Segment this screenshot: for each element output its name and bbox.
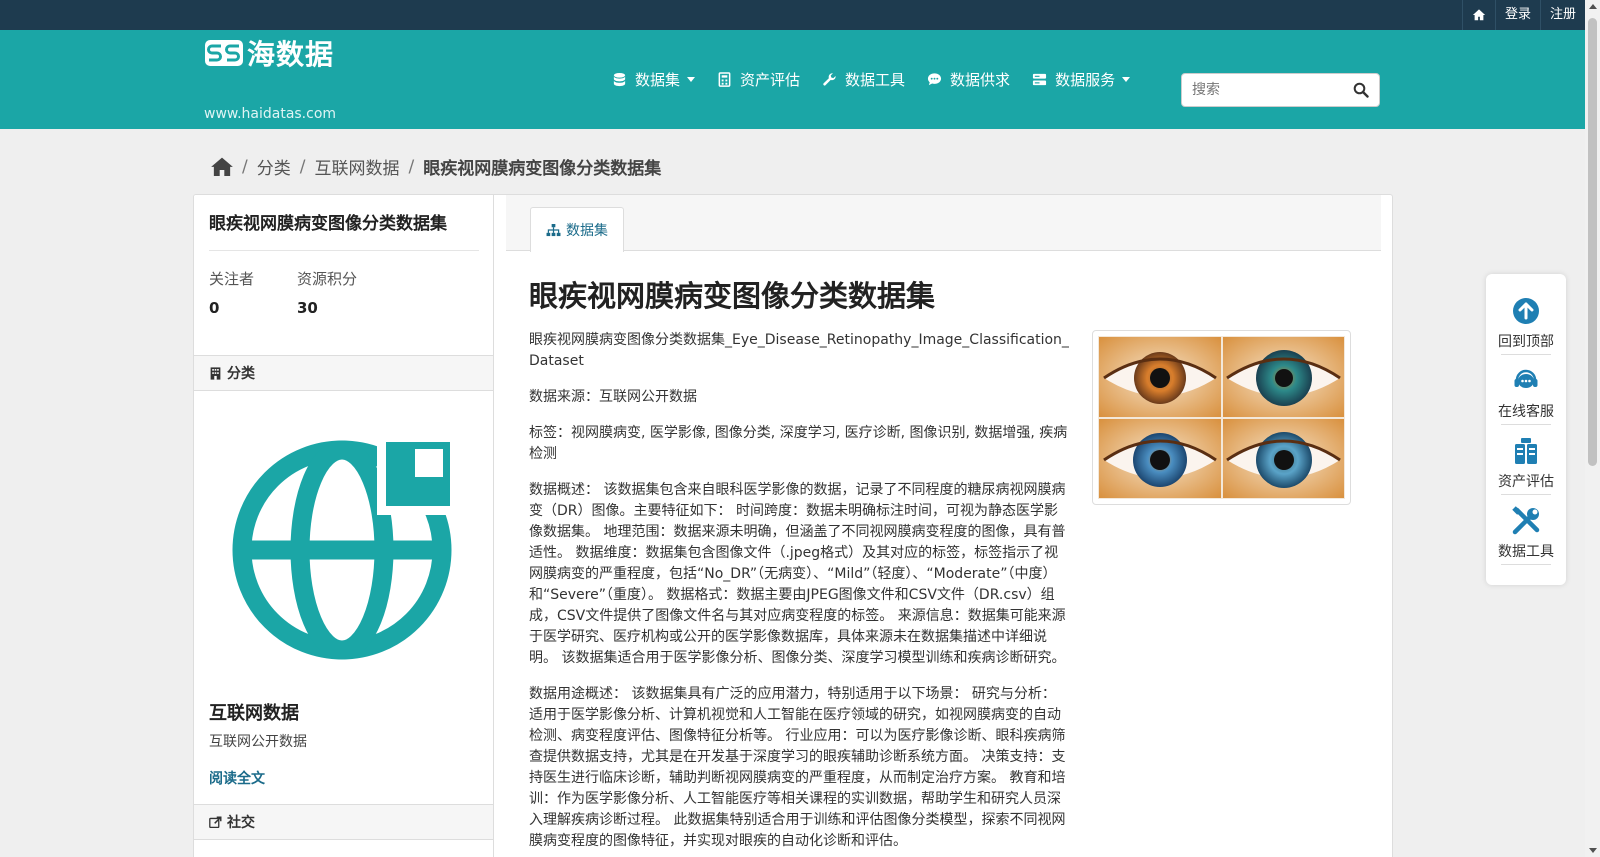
description-paragraph: 数据用途概述： 该数据集具有广泛的应用潜力，特别适用于以下场景： 研究与分析：适… [529,686,1066,849]
org-name: 互联网数据 [209,703,299,724]
category-heading: 分类 [194,355,493,391]
nav-services-label: 数据服务 [1055,71,1116,89]
nav-supply-label: 数据供求 [950,71,1011,89]
main-nav: 数据集 资产评估 数据工具 数据供求 数据服务 [612,30,1152,129]
share-icon [209,815,222,828]
top-links: 登录 注册 [1461,0,1585,30]
tab-dataset[interactable]: 数据集 [530,207,624,252]
page-scrollbar[interactable] [1585,0,1600,857]
online-service-label: 在线客服 [1498,404,1554,420]
sidebar: 眼疾视网膜病变图像分类数据集 关注者 0 资源积分 30 分类 互联网数据 互联… [194,195,494,857]
logo-mark-icon [205,40,243,66]
building-icon [210,366,221,380]
scrollbar-thumb[interactable] [1588,18,1597,466]
internet-data-globe-icon[interactable] [229,433,459,663]
asset-assessment-label: 资产评估 [1498,474,1554,490]
login-link[interactable]: 登录 [1494,0,1540,30]
site-logo[interactable]: 海数据 [205,33,334,73]
breadcrumb-sub-category[interactable]: 互联网数据 [314,154,399,179]
divider [209,250,479,251]
online-service-button[interactable]: 在线客服 [1486,366,1566,436]
tab-dataset-label: 数据集 [566,223,608,239]
back-to-top-label: 回到顶部 [1498,334,1554,350]
description-paragraph: 数据概述： 该数据集包含来自眼科医学影像的数据，记录了不同程度的糖尿病视网膜病变… [529,482,1066,666]
home-icon [1472,9,1486,21]
followers-label: 关注者 [209,270,255,288]
search-icon[interactable] [1353,82,1369,98]
home-icon[interactable] [211,157,233,176]
tools-icon [1511,506,1541,536]
sidebar-title: 眼疾视网膜病变图像分类数据集 [209,214,447,234]
wrench-icon [823,73,836,86]
top-home-link[interactable] [1461,0,1495,30]
read-more-link[interactable]: 阅读全文 [209,768,265,788]
chevron-down-icon [1122,77,1131,82]
scroll-up-arrow-icon[interactable] [1589,4,1597,9]
arrow-up-circle-icon [1511,296,1541,326]
search-input[interactable] [1192,75,1342,105]
nav-datasets[interactable]: 数据集 [612,69,696,90]
nav-data-supply[interactable]: 数据供求 [927,69,1010,90]
social-heading-label: 社交 [227,815,255,831]
nav-data-tools[interactable]: 数据工具 [822,69,905,90]
page-title: 眼疾视网膜病变图像分类数据集 [529,279,936,313]
data-tools-button[interactable]: 数据工具 [1486,506,1566,576]
breadcrumb-category[interactable]: 分类 [257,154,291,179]
breadcrumb-current: 眼疾视网膜病变图像分类数据集 [423,159,662,179]
org-description: 互联网公开数据 [209,734,307,750]
back-to-top-button[interactable]: 回到顶部 [1486,296,1566,366]
description-paragraph: 数据来源：互联网公开数据 [529,389,697,405]
category-heading-label: 分类 [227,366,255,382]
assessment-icon [1511,436,1541,466]
description-paragraph: 眼疾视网膜病变图像分类数据集_Eye_Disease_Retinopathy_I… [529,332,1069,369]
nav-data-services[interactable]: 数据服务 [1032,69,1131,90]
calculator-icon [718,72,731,87]
breadcrumb: / 分类 / 互联网数据 / 眼疾视网膜病变图像分类数据集 [211,154,661,179]
description-paragraph: 标签：视网膜病变, 医学影像, 图像分类, 深度学习, 医疗诊断, 图像识别, … [529,425,1068,462]
dataset-thumbnail[interactable] [1092,330,1351,505]
data-tools-label: 数据工具 [1498,544,1554,560]
floating-toolbar: 回到顶部 在线客服 资产评估 数据工具 [1486,274,1566,585]
points-label: 资源积分 [297,270,358,288]
content-wrapper: 眼疾视网膜病变图像分类数据集 关注者 0 资源积分 30 分类 互联网数据 互联… [193,194,1393,857]
tab-bar: 数据集 [506,195,1381,252]
database-icon [613,72,626,87]
points-value: 30 [297,299,318,317]
top-bar: 登录 注册 [0,0,1585,30]
eye-images-thumbnail [1098,336,1345,499]
social-heading: 社交 [194,804,493,840]
nav-datasets-label: 数据集 [635,71,681,89]
register-link[interactable]: 注册 [1539,0,1585,30]
asset-assessment-button[interactable]: 资产评估 [1486,436,1566,506]
chevron-down-icon [687,77,696,82]
followers-value: 0 [209,299,220,317]
dataset-description: 眼疾视网膜病变图像分类数据集_Eye_Disease_Retinopathy_I… [529,330,1069,857]
headset-icon [1511,366,1541,396]
sitemap-icon [546,223,561,236]
site-url: www.haidatas.com [204,106,337,122]
scroll-down-arrow-icon[interactable] [1589,848,1597,853]
logo-name: 海数据 [247,38,335,71]
nav-tools-label: 数据工具 [845,71,906,89]
nav-asset-assessment[interactable]: 资产评估 [717,69,800,90]
main-content: 数据集 眼疾视网膜病变图像分类数据集 眼疾视网膜病变图像分类数据集_Eye_Di… [494,195,1392,857]
nav-asset-label: 资产评估 [740,71,801,89]
server-icon [1033,73,1047,86]
comment-icon [927,73,942,86]
search-box [1181,73,1380,107]
